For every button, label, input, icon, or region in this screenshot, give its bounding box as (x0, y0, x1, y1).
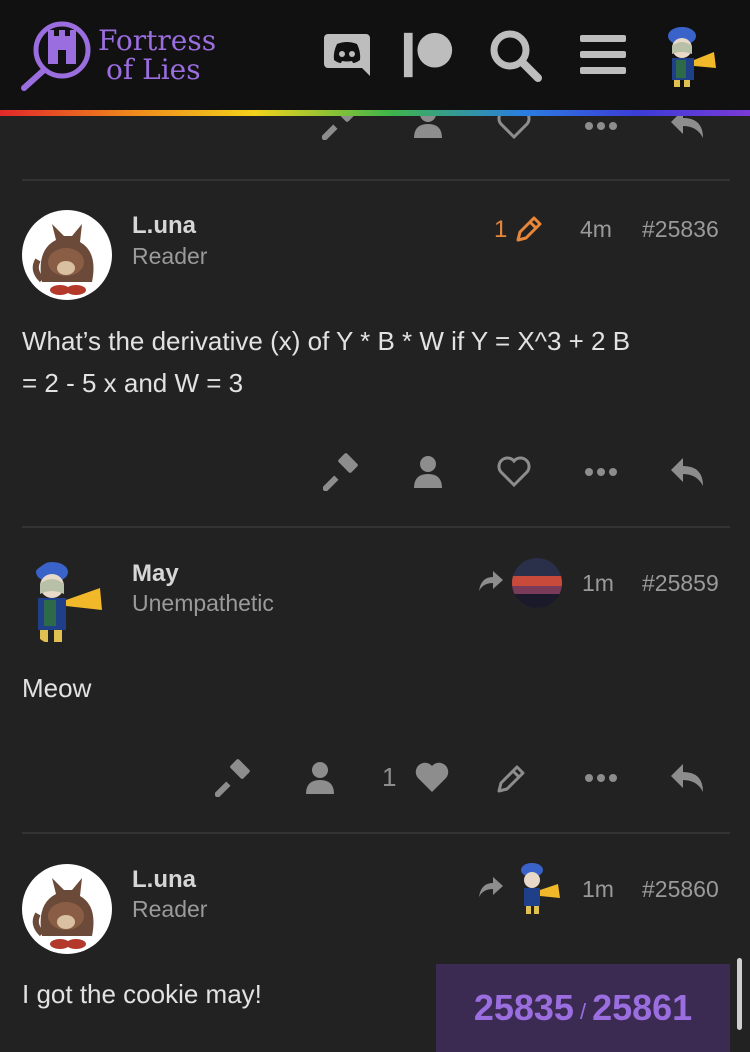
discord-icon[interactable] (320, 28, 374, 82)
user-role: Unempathetic (132, 590, 274, 616)
post-body: What’s the derivative (x) of Y * B * W i… (22, 320, 630, 404)
post-body: Meow (22, 667, 91, 709)
more-icon[interactable] (580, 462, 622, 482)
post-number[interactable]: #25860 (642, 876, 719, 903)
patreon-icon[interactable] (402, 28, 456, 82)
reply-to-avatar[interactable] (514, 862, 562, 916)
post-username[interactable]: L.una (132, 212, 196, 240)
post-username[interactable]: May (132, 560, 179, 588)
post-body-line: Meow (22, 673, 92, 703)
user-role: Reader (132, 896, 208, 922)
like-count[interactable]: 1 (382, 762, 396, 793)
post-username[interactable]: L.una (132, 866, 196, 894)
post-time[interactable]: 1m (582, 876, 614, 903)
progress-total: 25861 (592, 987, 693, 1028)
more-icon[interactable] (580, 116, 622, 136)
user-icon[interactable] (408, 116, 448, 142)
reply-icon[interactable] (666, 452, 710, 492)
post-body-line: I got the cookie may! (22, 979, 262, 1009)
heart-filled-icon[interactable] (412, 758, 452, 798)
user-role: Reader (132, 243, 208, 269)
edit-count[interactable]: 1 (494, 216, 507, 244)
heart-outline-icon[interactable] (494, 116, 534, 142)
site-name-line2: of Lies (106, 53, 201, 86)
post-divider (22, 526, 730, 528)
rainbow-bar (0, 110, 750, 116)
avatar[interactable] (22, 558, 112, 648)
current-user-avatar[interactable] (660, 24, 720, 88)
post-divider (22, 832, 730, 834)
site-name-line1: Fortress (98, 24, 217, 57)
post-body-line: = 2 - 5 x and W = 3 (22, 368, 244, 398)
post-number[interactable]: #25836 (642, 216, 719, 243)
user-icon[interactable] (408, 452, 448, 492)
flag-icon[interactable] (320, 452, 364, 492)
avatar[interactable] (22, 864, 112, 954)
post-body: I got the cookie may! (22, 973, 262, 1015)
reply-icon[interactable] (666, 758, 710, 798)
flag-icon[interactable] (318, 116, 362, 142)
avatar[interactable] (22, 210, 112, 300)
heart-outline-icon[interactable] (494, 452, 534, 492)
share-icon[interactable] (476, 872, 506, 902)
progress-current: 25835 (473, 987, 574, 1028)
menu-icon[interactable] (576, 28, 630, 82)
site-header: Fortress of Lies (0, 0, 750, 112)
scrollbar[interactable] (737, 958, 742, 1030)
post-body-line: What’s the derivative (x) of Y * B * W i… (22, 326, 631, 356)
post-divider (22, 179, 730, 181)
pencil-icon[interactable] (492, 758, 532, 798)
reply-icon[interactable] (666, 116, 710, 142)
site-name[interactable]: Fortress of Lies (98, 26, 216, 84)
share-icon[interactable] (476, 566, 506, 596)
more-icon[interactable] (580, 768, 622, 788)
post-number[interactable]: #25859 (642, 570, 719, 597)
post-time[interactable]: 1m (582, 570, 614, 597)
flag-icon[interactable] (212, 758, 256, 798)
user-icon[interactable] (300, 758, 340, 798)
post-time[interactable]: 4m (580, 216, 612, 243)
topic-progress[interactable]: 25835 / 25861 (436, 964, 730, 1052)
pencil-icon[interactable] (512, 212, 546, 246)
progress-separator: / (579, 999, 587, 1024)
search-icon[interactable] (488, 28, 542, 82)
reply-to-avatar[interactable] (512, 558, 562, 608)
